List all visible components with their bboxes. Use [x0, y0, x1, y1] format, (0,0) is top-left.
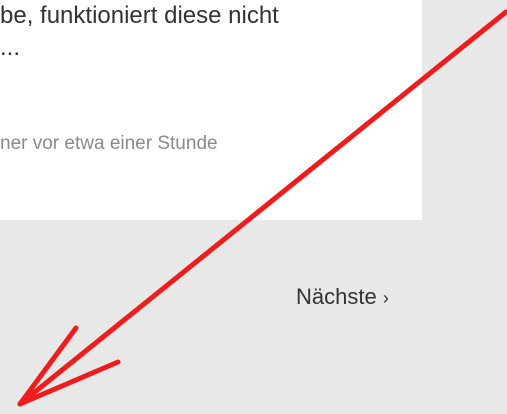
comment-excerpt: be, funktioniert diese nicht ...: [0, 0, 420, 64]
arrow-head-upper: [17, 325, 79, 407]
next-page-link[interactable]: Nächste ›: [296, 283, 389, 312]
chevron-right-icon: ›: [382, 288, 389, 308]
arrow-head-lower: [17, 359, 121, 407]
comment-meta: ner vor etwa einer Stunde: [0, 133, 218, 154]
comment-excerpt-line: be, funktioniert diese nicht: [0, 2, 279, 29]
comment-card: be, funktioniert diese nicht ... ner vor…: [0, 0, 422, 220]
next-page-label: Nächste: [296, 284, 377, 309]
comment-excerpt-line: ...: [0, 34, 21, 61]
